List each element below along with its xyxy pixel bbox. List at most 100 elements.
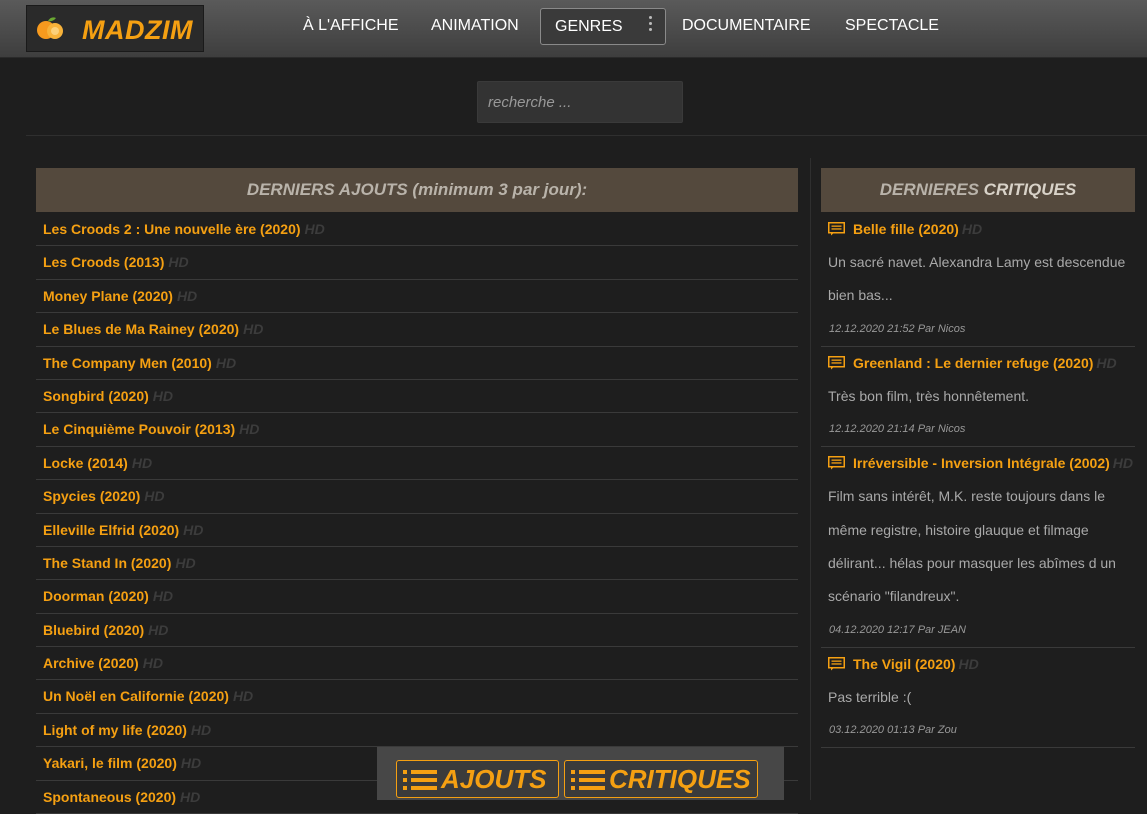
film-list-item[interactable]: Songbird (2020) HD <box>36 380 798 414</box>
film-title-link[interactable]: Les Croods 2 : Une nouvelle ère (2020) <box>43 221 301 237</box>
film-list-item[interactable]: Bluebird (2020) HD <box>36 614 798 648</box>
hd-badge: HD <box>232 688 254 705</box>
latest-reviews-list: Belle fille (2020) HD Un sacré navet. Alex… <box>821 213 1135 749</box>
nav-spectacle[interactable]: SPECTACLE <box>845 17 939 35</box>
review-text: Très bon film, très honnêtement. <box>828 387 1030 404</box>
latest-additions-list: Les Croods 2 : Une nouvelle ère (2020) HD… <box>36 213 798 814</box>
film-title-link[interactable]: Bluebird (2020) <box>43 622 144 638</box>
film-list-item[interactable]: Le Blues de Ma Rainey (2020) HD <box>36 313 798 347</box>
review-text: Un sacré navet. Alexandra Lamy est desce… <box>828 254 1126 304</box>
review-film-title[interactable]: Greenland : Le dernier refuge (2020) <box>853 355 1093 371</box>
review-item: The Vigil (2020) HD Pas terrible :( 03.12.2… <box>821 648 1135 749</box>
film-title-link[interactable]: Light of my life (2020) <box>43 722 187 738</box>
hd-badge: HD <box>168 254 189 271</box>
hd-badge: HD <box>148 621 169 638</box>
ajouts-button[interactable]: AJOUTS <box>396 760 559 798</box>
film-title-link[interactable]: Archive (2020) <box>43 655 139 671</box>
film-list-item[interactable]: Les Croods 2 : Une nouvelle ère (2020) HD <box>36 213 798 247</box>
latest-reviews-heading-emphasis: CRITIQUES <box>983 180 1077 199</box>
nav-genres-label: GENRES <box>555 18 623 35</box>
film-title-link[interactable]: Yakari, le film (2020) <box>43 755 177 771</box>
film-title-link[interactable]: Les Croods (2013) <box>43 254 164 270</box>
film-list-item[interactable]: Spycies (2020) HD <box>36 480 798 514</box>
film-list-item[interactable]: Archive (2020) HD <box>36 647 798 681</box>
nav-documentaire[interactable]: DOCUMENTAIRE <box>682 17 811 35</box>
hd-badge: HD <box>176 287 198 304</box>
film-title-link[interactable]: The Stand In (2020) <box>43 555 171 571</box>
hd-badge: HD <box>958 655 979 672</box>
nav-a-laffiche[interactable]: À L'AFFICHE <box>303 17 399 35</box>
film-list-item[interactable]: Light of my life (2020) HD <box>36 714 798 748</box>
hd-badge: HD <box>131 454 153 471</box>
film-title-link[interactable]: Doorman (2020) <box>43 588 149 604</box>
film-title-link[interactable]: Spycies (2020) <box>43 488 140 504</box>
review-item: Belle fille (2020) HD Un sacré navet. Alex… <box>821 213 1135 347</box>
comment-icon <box>828 449 845 470</box>
nav-genres-dropdown[interactable]: GENRES <box>540 8 666 45</box>
film-title-link[interactable]: Money Plane (2020) <box>43 288 173 304</box>
hd-badge: HD <box>152 387 174 404</box>
film-list-item[interactable]: Un Noël en Californie (2020) HD <box>36 680 798 714</box>
hd-badge: HD <box>1096 354 1117 371</box>
hd-badge: HD <box>215 354 237 371</box>
review-title-link[interactable]: Belle fille (2020) HD <box>821 213 1135 246</box>
film-list-item[interactable]: Les Croods (2013) HD <box>36 246 798 280</box>
latest-additions-heading: DERNIERS AJOUTS (minimum 3 par jour): <box>36 168 798 212</box>
nav-animation[interactable]: ANIMATION <box>431 17 519 35</box>
comment-icon <box>828 349 845 370</box>
top-navbar: MADZIM À L'AFFICHE ANIMATION GENRES DOCU… <box>0 0 1147 58</box>
review-meta: 03.12.2020 01:13 Par Zou <box>821 714 1135 749</box>
ajouts-button-label: AJOUTS <box>441 764 547 794</box>
review-film-title[interactable]: The Vigil (2020) <box>853 656 955 672</box>
site-logo[interactable]: MADZIM <box>26 5 204 52</box>
latest-reviews-heading-prefix: DERNIERES <box>879 180 984 199</box>
critiques-button[interactable]: CRITIQUES <box>564 760 758 798</box>
film-title-link[interactable]: Locke (2014) <box>43 455 128 471</box>
film-title-link[interactable]: Songbird (2020) <box>43 388 149 404</box>
film-list-item[interactable]: The Company Men (2010) HD <box>36 347 798 380</box>
review-meta: 12.12.2020 21:52 Par Nicos <box>821 313 1135 347</box>
film-title-link[interactable]: Le Blues de Ma Rainey (2020) <box>43 321 239 337</box>
film-list-item[interactable]: Money Plane (2020) HD <box>36 280 798 314</box>
film-list-item[interactable]: Le Cinquième Pouvoir (2013) HD <box>36 413 798 447</box>
review-title-link[interactable]: Greenland : Le dernier refuge (2020) HD <box>821 347 1135 380</box>
review-text: Film sans intérêt, M.K. reste toujours d… <box>828 488 1116 605</box>
film-list-item[interactable]: Doorman (2020) HD <box>36 580 798 614</box>
review-title-link[interactable]: Irréversible - Inversion Intégrale (2002… <box>821 447 1135 480</box>
hd-badge: HD <box>239 421 260 438</box>
critiques-button-label: CRITIQUES <box>609 764 751 794</box>
latest-reviews-heading: DERNIERES CRITIQUES <box>821 168 1135 212</box>
orange-logo-icon <box>37 17 63 39</box>
hd-badge: HD <box>183 521 204 538</box>
film-list-item[interactable]: Locke (2014) HD <box>36 447 798 481</box>
film-list-item[interactable]: Elleville Elfrid (2020) HD <box>36 514 798 547</box>
hd-badge: HD <box>190 721 212 738</box>
film-title-link[interactable]: The Company Men (2010) <box>43 355 212 371</box>
hd-badge: HD <box>152 588 174 605</box>
film-list-item[interactable]: The Stand In (2020) HD <box>36 547 798 581</box>
film-title-link[interactable]: Spontaneous (2020) <box>43 789 176 805</box>
hd-badge: HD <box>1112 455 1134 472</box>
list-icon <box>403 770 437 790</box>
comment-icon <box>828 215 845 236</box>
hd-badge: HD <box>175 554 196 571</box>
review-title-link[interactable]: The Vigil (2020) HD <box>821 648 1135 681</box>
divider <box>26 135 1147 136</box>
film-title-link[interactable]: Un Noël en Californie (2020) <box>43 688 229 704</box>
review-item: Greenland : Le dernier refuge (2020) HD Tr… <box>821 347 1135 448</box>
hd-badge: HD <box>304 221 325 237</box>
film-title-link[interactable]: Elleville Elfrid (2020) <box>43 522 179 538</box>
comment-icon <box>828 650 845 671</box>
search-input[interactable] <box>477 81 683 123</box>
hd-badge: HD <box>243 321 264 338</box>
review-text: Pas terrible :( <box>828 688 912 705</box>
review-film-title[interactable]: Belle fille (2020) <box>853 221 959 237</box>
bottom-toggle-bar: AJOUTS CRITIQUES <box>377 747 784 800</box>
hd-badge: HD <box>180 755 202 772</box>
hd-badge: HD <box>961 221 983 237</box>
site-logo-text: MADZIM <box>82 15 193 45</box>
review-film-title[interactable]: Irréversible - Inversion Intégrale (2002… <box>853 455 1110 471</box>
review-item: Irréversible - Inversion Intégrale (2002… <box>821 447 1135 648</box>
film-title-link[interactable]: Le Cinquième Pouvoir (2013) <box>43 421 235 437</box>
hd-badge: HD <box>180 788 201 805</box>
